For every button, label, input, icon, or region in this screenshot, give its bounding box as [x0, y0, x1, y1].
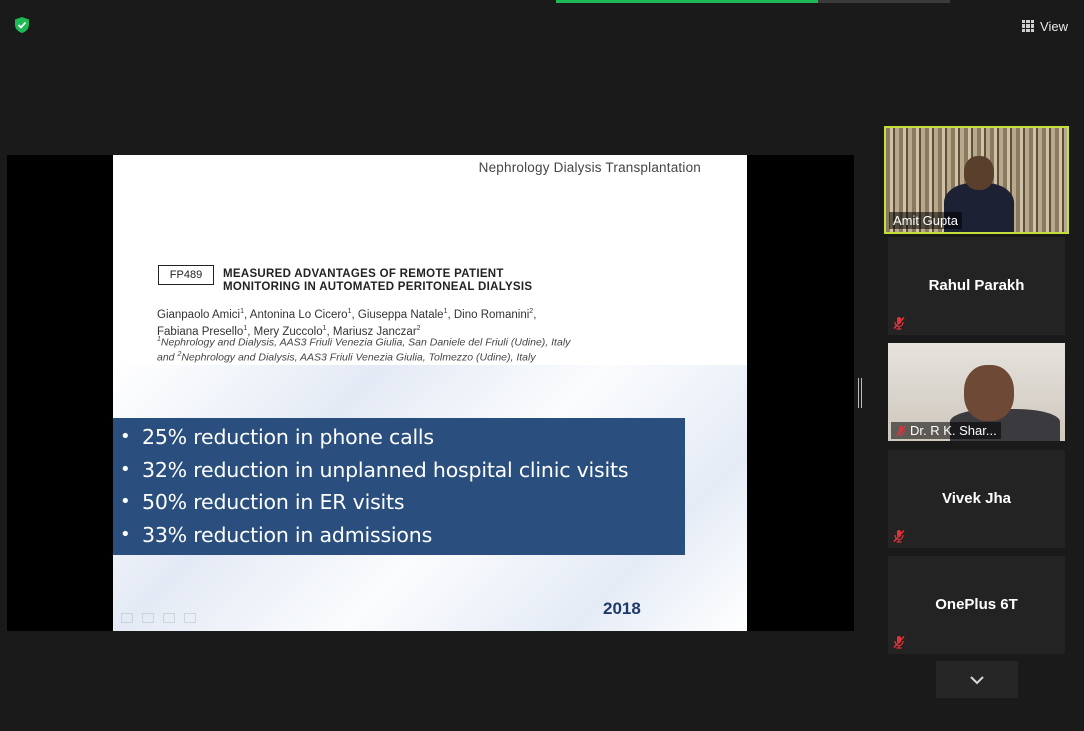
meeting-progress-track — [818, 0, 950, 3]
results-box: 25% reduction in phone calls 32% reducti… — [113, 418, 685, 555]
shield-check-icon[interactable] — [13, 16, 31, 34]
participant-face — [964, 365, 1014, 421]
participant-face — [964, 156, 994, 190]
journal-name: Nephrology Dialysis Transplantation — [478, 160, 701, 175]
presentation-slide: Nephrology Dialysis Transplantation FP48… — [113, 155, 747, 631]
paper-title-line-2: MONITORING IN AUTOMATED PERITONEAL DIALY… — [223, 281, 533, 293]
paper-title: MEASURED ADVANTAGES OF REMOTE PATIENT MO… — [223, 268, 643, 294]
bullet-item: 25% reduction in phone calls — [113, 421, 685, 454]
affiliations: 1Nephrology and Dialysis, AAS3 Friuli Ve… — [157, 334, 717, 363]
affiliation-line-2: and 2Nephrology and Dialysis, AAS3 Friul… — [157, 350, 536, 364]
meeting-progress-indicator — [556, 0, 818, 3]
participant-name: Rahul Parakh — [928, 277, 1025, 294]
slide-year: 2018 — [603, 599, 641, 618]
participant-tile-vivek-jha[interactable]: Vivek Jha — [888, 450, 1065, 548]
muted-mic-icon — [893, 635, 905, 649]
scroll-participants-button[interactable] — [936, 661, 1018, 698]
meeting-top-bar: View — [0, 0, 1084, 50]
participant-tile-dr-rk-sharma[interactable]: Dr. R K. Shar... — [888, 343, 1065, 441]
affiliation-line-1: 1Nephrology and Dialysis, AAS3 Friuli Ve… — [157, 336, 571, 349]
participant-name-label: Dr. R K. Shar... — [891, 422, 1001, 439]
participant-name: OnePlus 6T — [935, 596, 1018, 613]
participant-name: Vivek Jha — [942, 490, 1011, 507]
grid-icon — [1022, 20, 1035, 32]
chevron-down-icon — [970, 675, 984, 684]
tool-icon[interactable] — [121, 613, 133, 623]
panel-resize-handle[interactable] — [858, 378, 862, 408]
slide-toolbar[interactable] — [121, 613, 196, 623]
bullet-item: 33% reduction in admissions — [113, 519, 685, 552]
muted-mic-icon — [893, 316, 905, 330]
participant-tile-oneplus-6t[interactable]: OnePlus 6T — [888, 556, 1065, 654]
participant-name-label: Amit Gupta — [889, 212, 963, 229]
participant-tile-amit-gupta[interactable]: Amit Gupta — [884, 126, 1069, 234]
bullet-item: 32% reduction in unplanned hospital clin… — [113, 454, 685, 487]
authors-line-1: Gianpaolo Amici1, Antonina Lo Cicero1, G… — [157, 308, 537, 321]
tool-icon[interactable] — [163, 613, 175, 623]
tool-icon[interactable] — [142, 613, 154, 623]
abstract-code: FP489 — [158, 265, 214, 285]
view-label: View — [1040, 18, 1068, 34]
view-button[interactable]: View — [1018, 14, 1072, 38]
muted-mic-icon — [893, 529, 905, 543]
muted-mic-icon — [896, 425, 906, 436]
paper-title-line-1: MEASURED ADVANTAGES OF REMOTE PATIENT — [223, 268, 504, 280]
participant-tile-rahul-parakh[interactable]: Rahul Parakh — [888, 237, 1065, 335]
bullet-item: 50% reduction in ER visits — [113, 486, 685, 519]
shared-screen: Nephrology Dialysis Transplantation FP48… — [7, 155, 854, 631]
tool-icon[interactable] — [184, 613, 196, 623]
